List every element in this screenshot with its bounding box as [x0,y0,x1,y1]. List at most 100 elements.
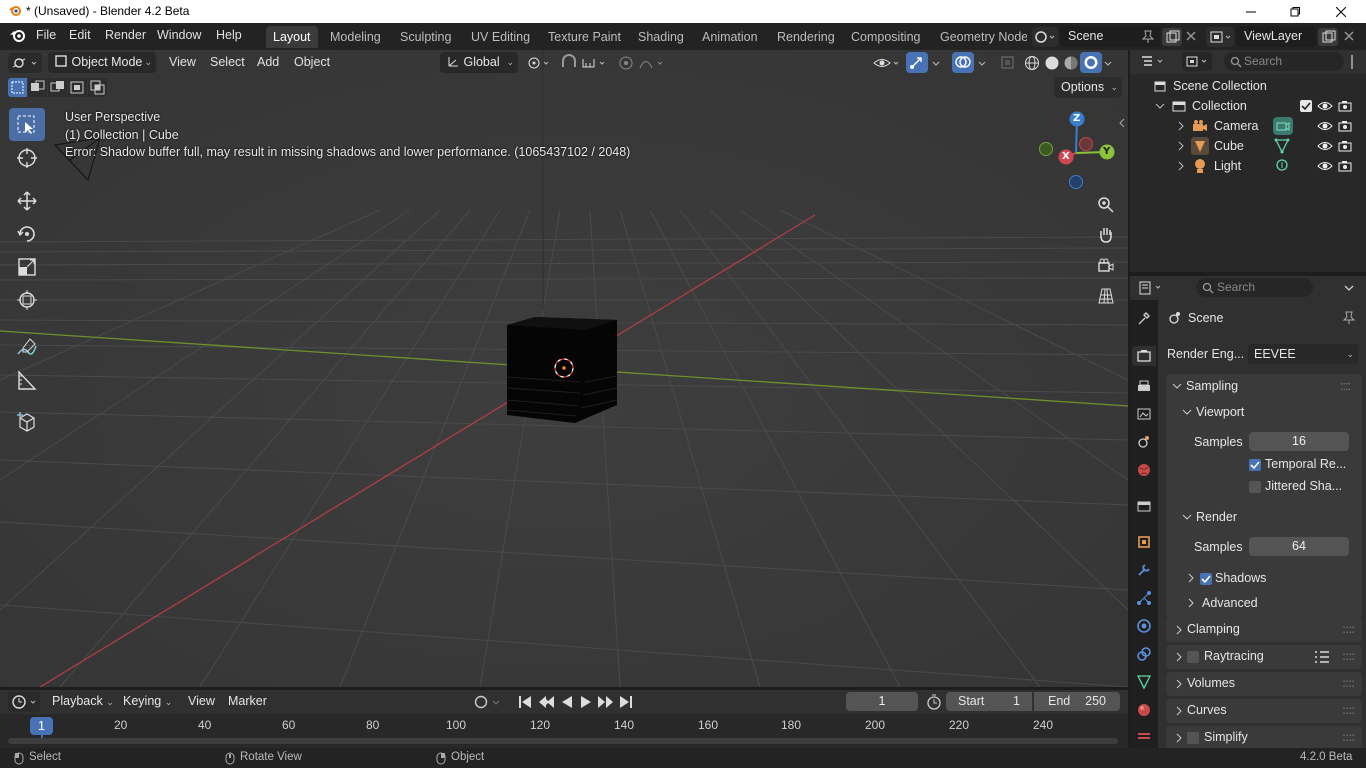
data-tab-icon[interactable] [1134,672,1154,692]
material-tab-icon[interactable] [1134,700,1154,720]
perspective-toggle-icon[interactable] [1093,283,1119,309]
drag-handle-icon[interactable]: :::: [1342,703,1355,717]
view-layer-tab-icon[interactable] [1134,404,1154,424]
snap-toggle-icon[interactable] [558,53,580,73]
scale-tool-icon[interactable] [9,250,45,283]
delete-viewlayer-icon[interactable] [1344,31,1354,41]
jump-keyframe-forward-icon[interactable] [597,693,615,711]
outliner-editor-type-icon[interactable] [1140,53,1170,71]
viewlayer-name-field[interactable]: ViewLayer [1236,26,1316,47]
tab-shading[interactable]: Shading [631,26,691,48]
shading-rendered-icon[interactable] [1080,52,1102,73]
properties-options-icon[interactable] [1342,281,1356,295]
tab-texture-paint[interactable]: Texture Paint [541,26,628,48]
play-reverse-icon[interactable] [559,693,575,711]
select-intersect-icon[interactable] [88,78,107,97]
proportional-edit-icon[interactable] [616,53,636,73]
xray-toggle-icon[interactable] [998,53,1018,73]
keying-menu[interactable]: Keying ⌄ [123,694,172,708]
delete-scene-icon[interactable] [1186,31,1196,41]
gizmo-dropdown-icon[interactable] [930,53,944,73]
tab-compositing[interactable]: Compositing [844,26,927,48]
tab-uv-editing[interactable]: UV Editing [464,26,537,48]
properties-search-input[interactable]: Search [1196,278,1313,297]
outliner-row-light[interactable]: Light [1130,156,1366,176]
menu-render[interactable]: Render [105,28,146,42]
simplify-panel[interactable]: Simplify :::: [1166,726,1362,748]
select-extend-icon[interactable] [28,78,47,97]
pin-icon[interactable] [1142,30,1154,44]
editor-type-icon[interactable] [8,53,42,73]
raytracing-panel[interactable]: Raytracing :::: [1166,645,1362,669]
render-engine-dropdown[interactable]: EEVEE ⌄ [1248,344,1358,364]
menu-select[interactable]: Select [210,52,245,73]
tab-geometry-nodes[interactable]: Geometry Node [933,26,1027,48]
preview-range-icon[interactable] [926,694,942,710]
timeline-view-menu[interactable]: View [188,694,215,708]
shadows-subpanel-header[interactable]: Shadows [1164,566,1362,590]
select-subtract-icon[interactable] [48,78,67,97]
menu-object[interactable]: Object [294,52,330,73]
tool-tab-icon[interactable] [1134,308,1154,328]
drag-handle-icon[interactable]: :::: [1342,649,1355,663]
drag-handle-icon[interactable]: :::: [1342,622,1355,636]
snap-target-icon[interactable] [580,53,610,73]
output-tab-icon[interactable] [1134,376,1154,396]
gizmo-toggle-icon[interactable] [906,52,928,73]
menu-edit[interactable]: Edit [69,28,91,42]
blender-menu-icon[interactable] [10,29,26,43]
outliner-row-collection[interactable]: Collection [1130,96,1366,116]
texture-tab-icon[interactable] [1134,728,1154,748]
sampling-panel-header[interactable]: Sampling :::: [1164,374,1362,398]
render-samples-field[interactable]: 64 [1249,537,1349,556]
render-subpanel-header[interactable]: Render [1164,505,1362,529]
render-tab-icon[interactable] [1132,346,1156,366]
start-frame-field[interactable]: Start 1 [946,692,1032,711]
scene-selector-icon[interactable] [1032,27,1058,47]
shadows-checkbox[interactable] [1200,573,1212,585]
select-box-tool-icon[interactable] [9,108,45,141]
temporal-reprojection-checkbox[interactable] [1249,459,1261,471]
shading-wireframe-icon[interactable] [1022,53,1042,73]
tab-modeling[interactable]: Modeling [323,26,388,48]
viewlayer-selector-icon[interactable] [1206,27,1234,47]
select-invert-icon[interactable] [68,78,87,97]
playback-menu[interactable]: Playback ⌄ [52,694,114,708]
jump-keyframe-back-icon[interactable] [537,693,555,711]
drag-handle-icon[interactable]: :::: [1342,676,1355,690]
playhead-frame-indicator[interactable]: 1 [30,717,53,735]
outliner-row-camera[interactable]: Camera [1130,116,1366,136]
shading-dropdown-icon[interactable] [1102,53,1116,73]
mode-dropdown[interactable]: Object Mode ⌄ [48,52,156,73]
constraints-tab-icon[interactable] [1134,644,1154,664]
orientation-dropdown[interactable]: Global ⌄ [440,52,518,73]
tab-layout[interactable]: Layout [266,26,318,48]
overlay-dropdown-icon[interactable] [976,53,990,73]
rotate-tool-icon[interactable] [9,217,45,250]
camera-data-icon[interactable] [1273,117,1293,135]
jump-end-icon[interactable] [618,693,634,711]
clamping-panel[interactable]: Clamping :::: [1166,618,1362,642]
current-frame-field[interactable]: 1 [846,692,918,711]
jittered-shadows-row[interactable]: Jittered Sha... [1164,474,1362,498]
annotate-tool-icon[interactable] [9,330,45,363]
mesh-object-icon[interactable] [1191,137,1209,155]
viewport-samples-field[interactable]: 16 [1249,432,1349,451]
measure-tool-icon[interactable] [9,363,45,396]
sidebar-toggle-icon[interactable] [1118,118,1126,128]
jump-start-icon[interactable] [517,693,533,711]
menu-help[interactable]: Help [216,28,242,42]
cursor-tool-icon[interactable] [9,141,45,174]
volumes-panel[interactable]: Volumes :::: [1166,672,1362,696]
tab-rendering[interactable]: Rendering [770,26,842,48]
pan-hand-icon[interactable] [1093,222,1119,248]
modifier-tab-icon[interactable] [1134,560,1154,580]
gizmo-x-label[interactable]: X [1062,151,1070,162]
raytracing-checkbox[interactable] [1187,651,1199,663]
object-tab-icon[interactable] [1134,532,1154,552]
auto-keying-icon[interactable] [473,694,505,710]
gizmo-z-label[interactable]: Z [1073,113,1080,124]
outliner-row-scene-collection[interactable]: Scene Collection [1130,76,1366,96]
visibility-selectability-icon[interactable] [872,53,902,73]
new-viewlayer-button[interactable] [1318,28,1338,46]
